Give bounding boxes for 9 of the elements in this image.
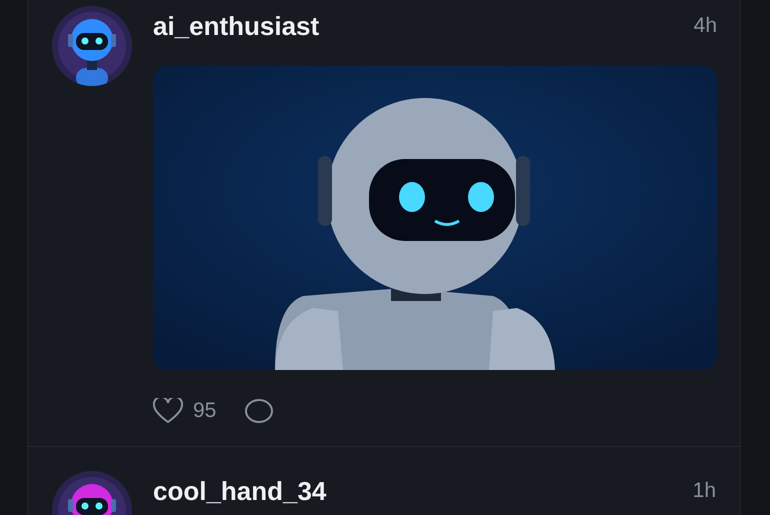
like-count: 95 — [193, 399, 216, 423]
timestamp: 1h — [692, 479, 716, 503]
username[interactable]: ai_enthusiast — [153, 10, 320, 42]
username[interactable]: cool_hand_34 — [153, 476, 326, 506]
comment-button[interactable] — [244, 398, 274, 424]
timestamp: 4h — [694, 14, 717, 38]
like-button[interactable]: 95 — [153, 398, 216, 424]
comment-icon — [244, 398, 274, 424]
heart-icon — [153, 398, 183, 424]
